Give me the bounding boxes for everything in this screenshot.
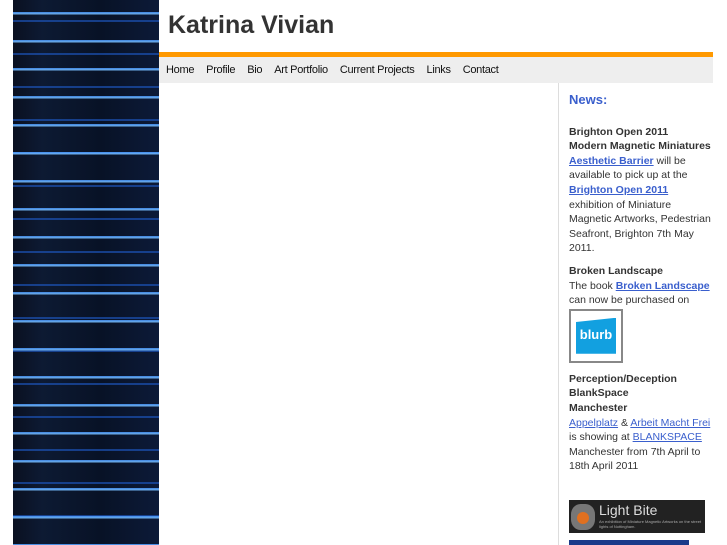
news-title: Brighton Open 2011 <box>569 125 669 138</box>
nav-profile[interactable]: Profile <box>206 64 235 76</box>
site-title: Katrina Vivian <box>168 11 335 39</box>
main-nav: Home Profile Bio Art Portfolio Current P… <box>159 57 713 83</box>
news-text: exhibition of Miniature Magnetic Artwork… <box>569 198 711 255</box>
nav-links[interactable]: Links <box>427 64 451 76</box>
news-sidebar: News: Brighton Open 2011 Modern Magnetic… <box>558 83 713 545</box>
nav-home[interactable]: Home <box>166 64 194 76</box>
news-text: can now be purchased on <box>569 294 690 307</box>
news-title: Perception/Deception <box>569 372 677 385</box>
banner-caption: An exhibition of Miniature Magnetic Artw… <box>599 519 702 530</box>
appelplatz-link[interactable]: Appelplatz <box>569 417 618 429</box>
news-text: is showing at <box>569 431 633 444</box>
news-item: Perception/Deception BlankSpace Manchest… <box>569 372 713 474</box>
news-subtitle: Manchester <box>569 401 628 414</box>
blankspace-link[interactable]: BLANKSPACE <box>633 431 702 443</box>
nav-bio[interactable]: Bio <box>247 64 262 76</box>
blurb-logo: blurb <box>576 317 616 354</box>
news-item: Brighton Open 2011 Modern Magnetic Minia… <box>569 125 713 256</box>
light-bite-banner[interactable]: Light Bite An exhibition of Miniature Ma… <box>569 499 705 533</box>
news-title: Broken Landscape <box>569 264 663 277</box>
aesthetic-barrier-link[interactable]: Aesthetic Barrier <box>569 155 654 167</box>
banner-partial <box>569 539 689 545</box>
news-heading: News: <box>569 92 608 107</box>
banner-accent <box>577 511 589 524</box>
broken-landscape-link[interactable]: Broken Landscape <box>616 280 710 292</box>
ampersand: & <box>618 416 631 429</box>
nav-contact[interactable]: Contact <box>463 64 499 76</box>
news-subtitle: Modern Magnetic Miniatures <box>569 140 711 153</box>
decorative-image-strip <box>13 0 159 545</box>
nav-art-portfolio[interactable]: Art Portfolio <box>274 64 328 76</box>
news-subtitle: BlankSpace <box>569 387 629 400</box>
nav-current-projects[interactable]: Current Projects <box>340 64 415 76</box>
banner-title: Light Bite <box>599 501 658 518</box>
news-item: Broken Landscape The book Broken Landsca… <box>569 264 713 363</box>
news-text: Manchester from 7th April to 18th April … <box>569 445 701 473</box>
arbeit-macht-frei-link[interactable]: Arbeit Macht Frei <box>630 417 710 429</box>
blurb-logo-link[interactable]: blurb <box>569 308 623 363</box>
news-text: The book <box>569 279 616 292</box>
brighton-open-link[interactable]: Brighton Open 2011 <box>569 184 668 196</box>
